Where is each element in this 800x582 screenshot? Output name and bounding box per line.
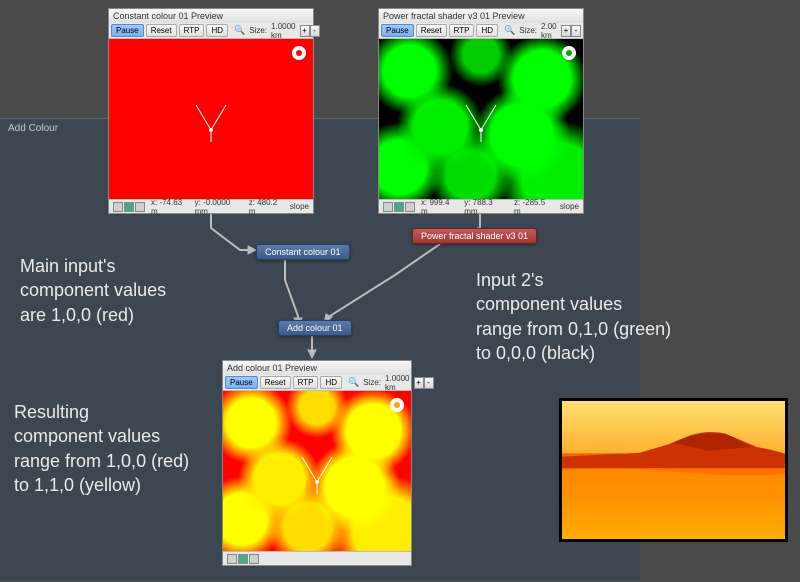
preview-toolbar: Pause Reset RTP HD 🔍 Size: 1.0000 km +- bbox=[223, 375, 411, 391]
coord-y: y: -0.0000 mm bbox=[195, 198, 243, 216]
size-stepper[interactable]: +- bbox=[561, 25, 581, 37]
hd-button[interactable]: HD bbox=[320, 376, 342, 389]
size-value: 1.0000 km bbox=[385, 374, 409, 392]
preview-title: Add colour 01 Preview bbox=[223, 361, 411, 375]
compass-icon bbox=[191, 100, 231, 150]
gear-icon[interactable] bbox=[289, 43, 309, 63]
render-result-image bbox=[559, 398, 788, 542]
pause-button[interactable]: Pause bbox=[225, 376, 258, 389]
slope-label: slope bbox=[290, 202, 309, 211]
node-add-colour[interactable]: Add colour 01 bbox=[278, 320, 352, 336]
reset-button[interactable]: Reset bbox=[416, 24, 447, 37]
coord-z: z: -285.5 m bbox=[514, 198, 554, 216]
reset-button[interactable]: Reset bbox=[260, 376, 291, 389]
preview-toolbar: Pause Reset RTP HD 🔍 Size: 1.0000 km +- bbox=[109, 23, 313, 39]
size-value: 2.00 km bbox=[541, 22, 557, 40]
coord-y: y: 788.3 mm bbox=[464, 198, 508, 216]
node-constant-colour[interactable]: Constant colour 01 bbox=[256, 244, 350, 260]
annotation-main-input: Main input's component values are 1,0,0 … bbox=[20, 254, 166, 327]
preview-fractal-shader: Power fractal shader v3 01 Preview Pause… bbox=[378, 8, 584, 214]
size-label: Size: bbox=[519, 26, 537, 35]
hd-button[interactable]: HD bbox=[476, 24, 498, 37]
node-power-fractal-shader[interactable]: Power fractal shader v3 01 bbox=[412, 228, 537, 244]
gear-icon[interactable] bbox=[559, 43, 579, 63]
rtp-button[interactable]: RTP bbox=[179, 24, 205, 37]
search-icon[interactable]: 🔍 bbox=[348, 377, 359, 388]
hd-button[interactable]: HD bbox=[206, 24, 228, 37]
preview-canvas-add-result[interactable] bbox=[223, 391, 411, 551]
size-stepper[interactable]: +- bbox=[414, 377, 434, 389]
search-icon[interactable]: 🔍 bbox=[234, 25, 245, 36]
coord-z: z: 480.2 m bbox=[249, 198, 284, 216]
compass-icon bbox=[297, 452, 337, 502]
rtp-button[interactable]: RTP bbox=[293, 376, 319, 389]
annotation-result: Resulting component values range from 1,… bbox=[14, 400, 189, 497]
slope-label: slope bbox=[560, 202, 579, 211]
preview-canvas-fractal-green[interactable] bbox=[379, 39, 583, 199]
preview-constant-colour: Constant colour 01 Preview Pause Reset R… bbox=[108, 8, 314, 214]
panel-title: Add Colour bbox=[8, 123, 58, 134]
size-label: Size: bbox=[363, 378, 381, 387]
rtp-button[interactable]: RTP bbox=[449, 24, 475, 37]
status-bar: x: 999.4 m y: 788.3 mm z: -285.5 m slope bbox=[379, 199, 583, 213]
status-bar bbox=[223, 551, 411, 565]
annotation-input2: Input 2's component values range from 0,… bbox=[476, 268, 671, 365]
reset-button[interactable]: Reset bbox=[146, 24, 177, 37]
search-icon[interactable]: 🔍 bbox=[504, 25, 515, 36]
preview-canvas-red[interactable] bbox=[109, 39, 313, 199]
size-label: Size: bbox=[249, 26, 267, 35]
compass-icon bbox=[461, 100, 501, 150]
coord-x: x: 999.4 m bbox=[421, 198, 458, 216]
status-bar: x: -74.63 m y: -0.0000 mm z: 480.2 m slo… bbox=[109, 199, 313, 213]
pause-button[interactable]: Pause bbox=[381, 24, 414, 37]
coord-x: x: -74.63 m bbox=[151, 198, 189, 216]
preview-add-colour: Add colour 01 Preview Pause Reset RTP HD… bbox=[222, 360, 412, 566]
preview-toolbar: Pause Reset RTP HD 🔍 Size: 2.00 km +- bbox=[379, 23, 583, 39]
size-stepper[interactable]: +- bbox=[300, 25, 320, 37]
size-value: 1.0000 km bbox=[271, 22, 295, 40]
gear-icon[interactable] bbox=[387, 395, 407, 415]
pause-button[interactable]: Pause bbox=[111, 24, 144, 37]
